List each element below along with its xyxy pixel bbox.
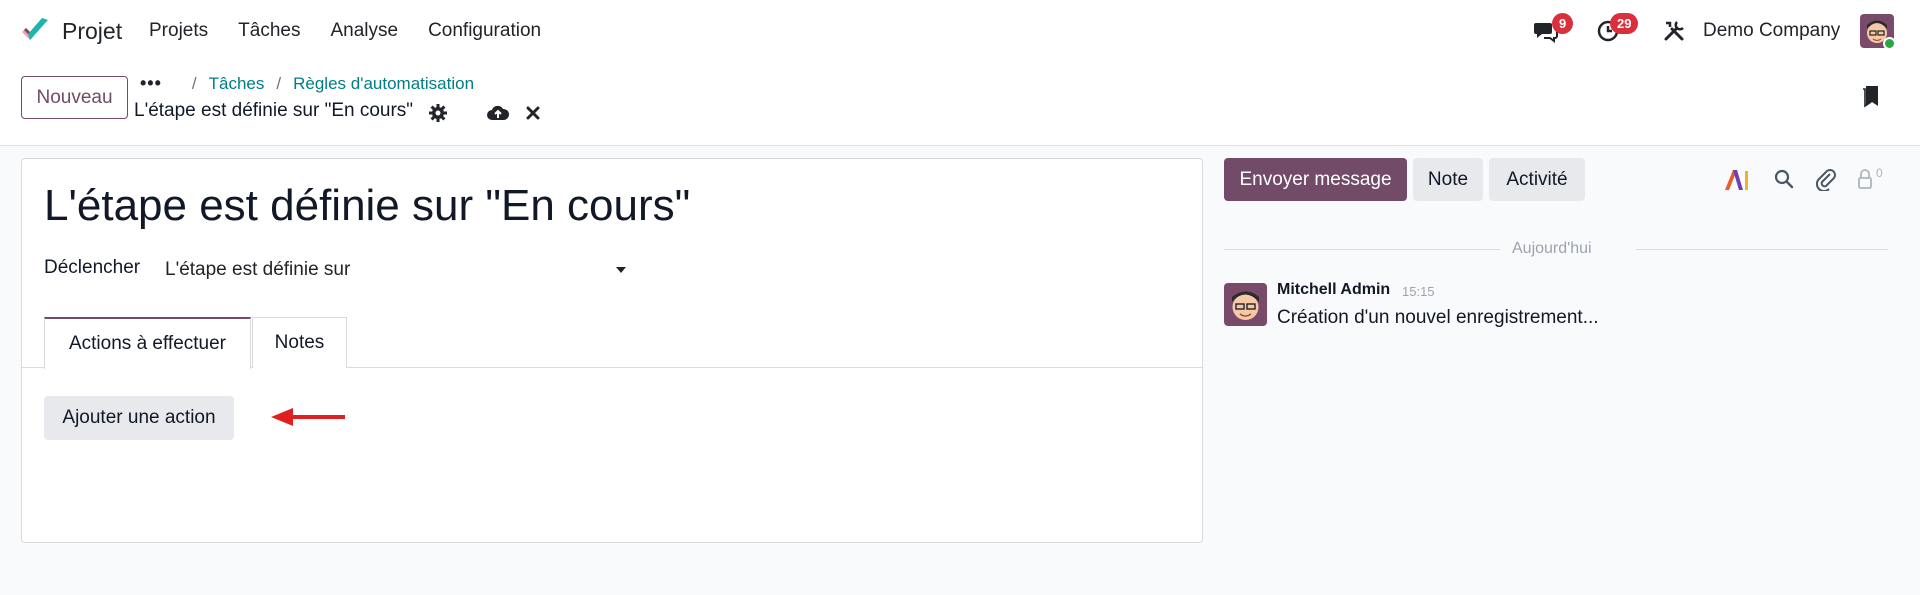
message-author-avatar[interactable] xyxy=(1224,283,1267,326)
record-title-text: L'étape est définie sur "En cours" xyxy=(134,100,414,121)
date-divider-line xyxy=(1224,249,1500,250)
app-name[interactable]: Projet xyxy=(62,18,122,45)
company-switcher[interactable]: Demo Company xyxy=(1703,20,1840,42)
breadcrumb-automation-rules[interactable]: Règles d'automatisation xyxy=(293,74,474,94)
followers-lock-icon[interactable] xyxy=(1857,168,1873,190)
tab-notes[interactable]: Notes xyxy=(252,317,347,368)
message-time: 15:15 xyxy=(1402,284,1435,299)
caret-down-icon xyxy=(616,267,626,273)
trigger-select[interactable]: L'étape est définie sur xyxy=(165,259,633,281)
message-body: Création d'un nouvel enregistrement... xyxy=(1277,307,1599,328)
log-note-button[interactable]: Note xyxy=(1413,158,1483,201)
followers-count: 0 xyxy=(1876,166,1883,180)
record-title: L'étape est définie sur "En cours" xyxy=(134,100,413,122)
tab-actions[interactable]: Actions à effectuer xyxy=(44,317,251,369)
message-author[interactable]: Mitchell Admin xyxy=(1277,281,1390,299)
form-sheet: L'étape est définie sur "En cours" Décle… xyxy=(21,158,1203,543)
menu-item-configuration[interactable]: Configuration xyxy=(428,20,541,42)
search-icon[interactable] xyxy=(1774,169,1794,189)
bookmark-icon[interactable] xyxy=(1862,84,1880,108)
schedule-activity-button[interactable]: Activité xyxy=(1489,158,1585,201)
form-tabs: Actions à effectuer Notes xyxy=(22,317,1202,369)
main-menu: Projets Tâches Analyse Configuration xyxy=(149,20,541,42)
breadcrumb-more[interactable]: ••• xyxy=(140,73,162,94)
activities-badge: 29 xyxy=(1610,13,1639,34)
control-panel: Nouveau ••• / Tâches / Règles d'automati… xyxy=(0,60,1920,146)
trigger-label: Déclencher xyxy=(44,257,141,278)
breadcrumb: ••• / Tâches / Règles d'automatisation xyxy=(140,73,474,94)
save-cloud-icon[interactable] xyxy=(486,103,510,123)
project-app-logo-icon[interactable] xyxy=(20,16,50,44)
gear-icon[interactable] xyxy=(428,103,448,123)
discard-close-icon[interactable] xyxy=(525,105,541,121)
paperclip-icon[interactable] xyxy=(1815,167,1837,191)
date-divider-line xyxy=(1636,249,1888,250)
breadcrumb-separator: / xyxy=(191,73,197,93)
breadcrumb-separator: / xyxy=(276,73,282,93)
messages-badge: 9 xyxy=(1552,13,1574,34)
rule-name-field[interactable]: L'étape est définie sur "En cours" xyxy=(44,181,690,231)
top-navbar: Projet Projets Tâches Analyse Configurat… xyxy=(0,0,1920,60)
date-separator: Aujourd'hui xyxy=(1512,240,1592,257)
annotation-arrow-icon xyxy=(271,408,345,426)
send-message-button[interactable]: Envoyer message xyxy=(1224,158,1407,201)
ai-icon[interactable] xyxy=(1723,168,1749,192)
menu-item-analyse[interactable]: Analyse xyxy=(330,20,398,42)
tools-icon[interactable] xyxy=(1661,18,1687,44)
online-status-dot xyxy=(1883,37,1896,50)
trigger-select-value: L'étape est définie sur xyxy=(165,259,351,280)
breadcrumb-taches[interactable]: Tâches xyxy=(209,74,265,94)
add-action-button[interactable]: Ajouter une action xyxy=(44,396,234,440)
menu-item-projets[interactable]: Projets xyxy=(149,20,208,42)
menu-item-taches[interactable]: Tâches xyxy=(238,20,300,42)
new-button[interactable]: Nouveau xyxy=(21,76,128,119)
